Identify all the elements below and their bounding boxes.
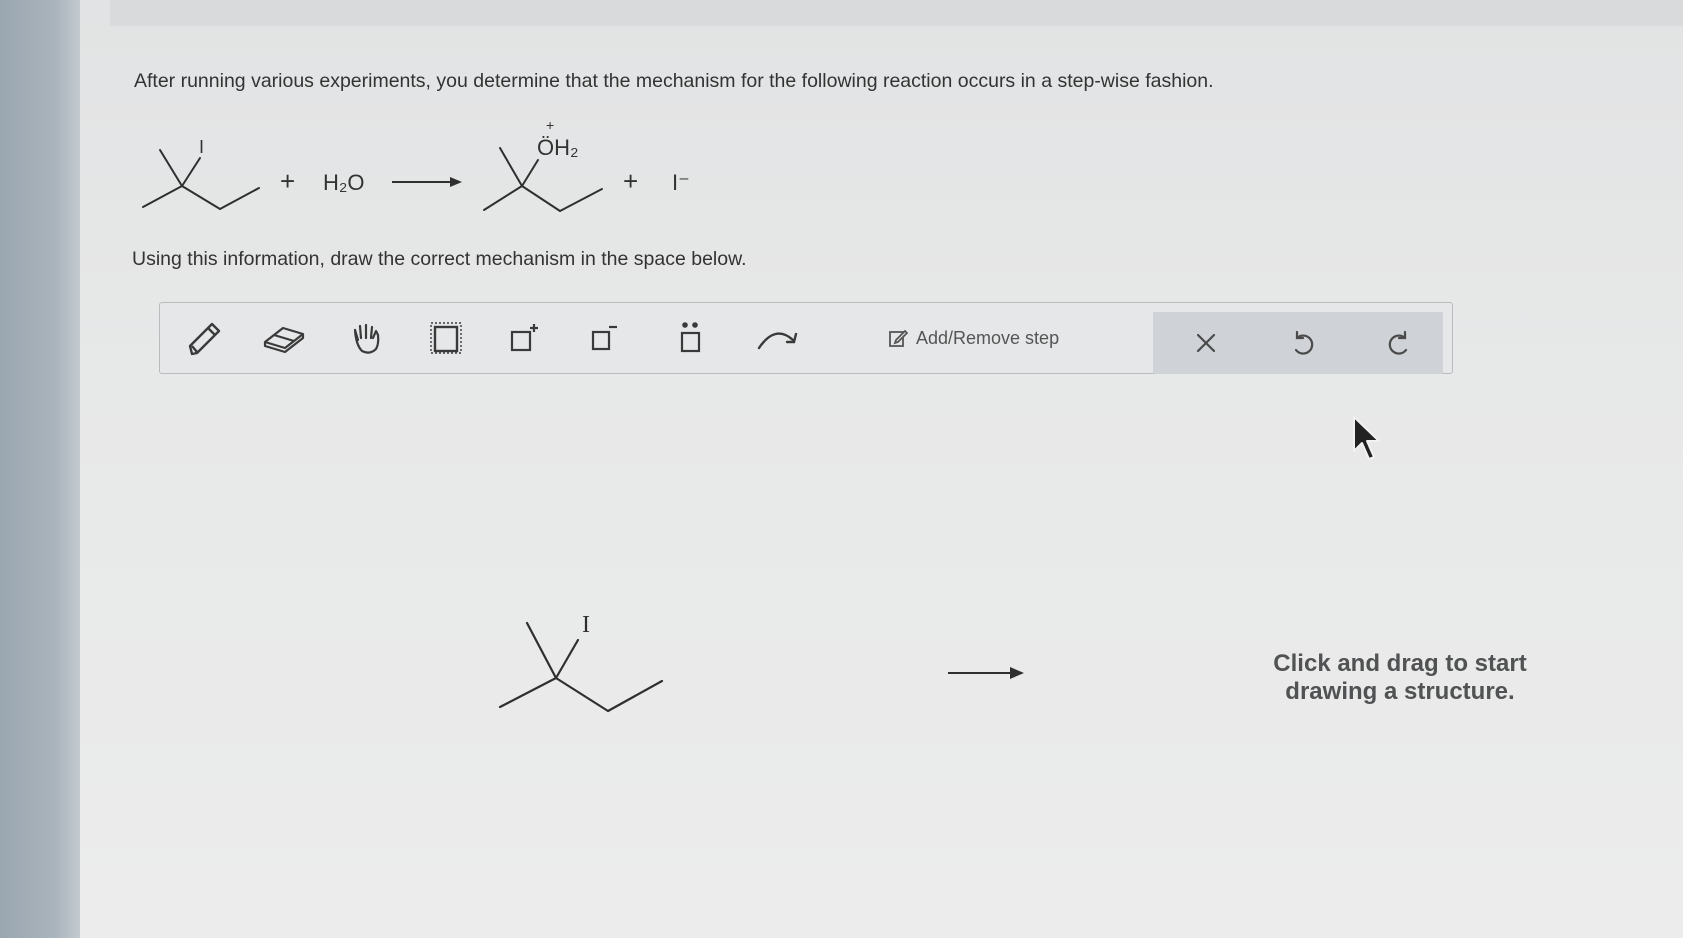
clear-button[interactable]	[1177, 318, 1235, 368]
add-negative-charge-icon	[591, 325, 617, 351]
pencil-icon	[188, 322, 221, 356]
question-intro-text: After running various experiments, you d…	[134, 70, 1214, 92]
mouse-pointer-icon	[1353, 416, 1380, 460]
question-task-text: Using this information, draw the correct…	[132, 248, 747, 270]
canvas-hint: Click and drag to start drawing a struct…	[1230, 650, 1570, 706]
left-window-edge	[0, 0, 80, 938]
eraser-tool[interactable]	[255, 313, 313, 363]
add-remove-step-button[interactable]: Add/Remove step	[888, 321, 1059, 355]
pencil-tool[interactable]	[175, 313, 233, 363]
top-header-band	[110, 0, 1683, 26]
select-box-tool[interactable]	[417, 313, 475, 363]
undo-icon	[1294, 330, 1314, 355]
hint-line-2: drawing a structure.	[1285, 678, 1515, 705]
redo-icon	[1388, 330, 1408, 355]
drawing-toolbar: Add/Remove step	[159, 302, 1453, 374]
eraser-icon	[263, 326, 305, 354]
lone-pair-icon	[680, 322, 701, 353]
add-remove-step-label: Add/Remove step	[916, 327, 1060, 348]
redo-button[interactable]	[1371, 318, 1429, 368]
toolbar-action-group	[1153, 312, 1443, 374]
edit-icon	[889, 329, 908, 347]
close-icon	[1196, 333, 1216, 353]
hand-tool[interactable]	[337, 313, 395, 363]
add-positive-charge-tool[interactable]	[495, 313, 553, 363]
curved-arrow-icon	[757, 332, 798, 350]
hint-line-1: Click and drag to start	[1273, 650, 1527, 677]
add-positive-charge-icon	[510, 324, 538, 352]
lone-pair-tool[interactable]	[662, 313, 720, 363]
undo-button[interactable]	[1273, 318, 1331, 368]
add-negative-charge-tool[interactable]	[574, 313, 632, 363]
curved-arrow-tool[interactable]	[750, 313, 808, 363]
hand-icon	[353, 323, 380, 354]
select-box-icon	[430, 322, 462, 354]
